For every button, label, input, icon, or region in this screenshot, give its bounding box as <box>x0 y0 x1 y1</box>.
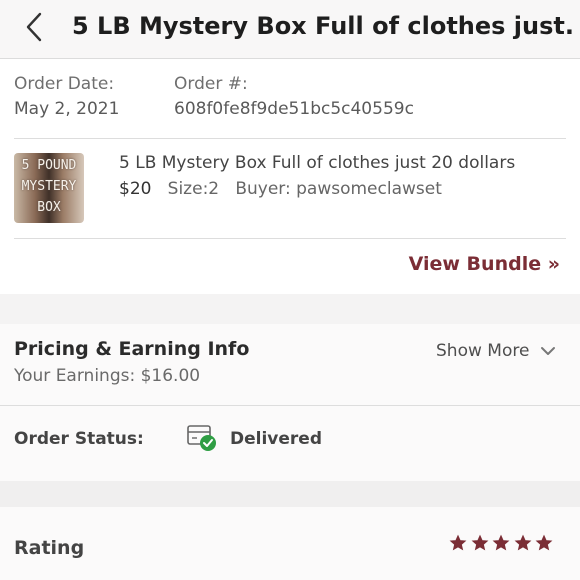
order-date-label: Order Date: <box>14 74 115 94</box>
order-status-label: Order Status: <box>14 429 144 449</box>
star-icon <box>471 534 488 551</box>
rating-label: Rating <box>14 537 85 559</box>
order-status-value: Delivered <box>230 429 322 449</box>
view-bundle-link[interactable]: View Bundle » <box>409 253 560 275</box>
show-more-button[interactable]: Show More <box>436 341 529 361</box>
order-number-value: 608f0fe8f9de51bc5c40559c <box>174 99 414 119</box>
item-thumbnail[interactable]: 5 POUND MYSTERY BOX <box>14 153 84 223</box>
section-gap <box>0 296 580 324</box>
divider <box>14 238 566 239</box>
item-size: Size:2 <box>167 179 220 199</box>
back-chevron-icon[interactable] <box>20 11 50 43</box>
item-meta: $20 Size:2 Buyer: pawsomeclawset <box>119 179 442 199</box>
page-title: 5 LB Mystery Box Full of clothes just... <box>72 12 572 40</box>
thumbnail-text-line: 5 POUND <box>21 158 77 173</box>
section-gap <box>0 481 580 507</box>
order-date-value: May 2, 2021 <box>14 99 120 119</box>
earnings-text: Your Earnings: $16.00 <box>14 366 201 386</box>
package-delivered-icon <box>187 425 216 451</box>
star-icon <box>514 534 531 551</box>
order-number-label: Order #: <box>174 74 248 94</box>
star-icon <box>449 534 467 551</box>
divider <box>14 138 566 139</box>
divider <box>0 405 580 406</box>
item-price: $20 <box>119 179 152 199</box>
pricing-title: Pricing & Earning Info <box>14 338 250 360</box>
star-icon <box>492 534 510 551</box>
top-bar: 5 LB Mystery Box Full of clothes just... <box>0 0 580 59</box>
chevron-down-icon[interactable] <box>540 345 556 357</box>
thumbnail-text-line: BOX <box>37 200 61 215</box>
item-title[interactable]: 5 LB Mystery Box Full of clothes just 20… <box>119 153 515 173</box>
rating-stars <box>449 534 553 554</box>
thumbnail-text-line: MYSTERY <box>21 179 77 194</box>
item-buyer: Buyer: pawsomeclawset <box>235 179 442 199</box>
star-icon <box>535 534 553 551</box>
